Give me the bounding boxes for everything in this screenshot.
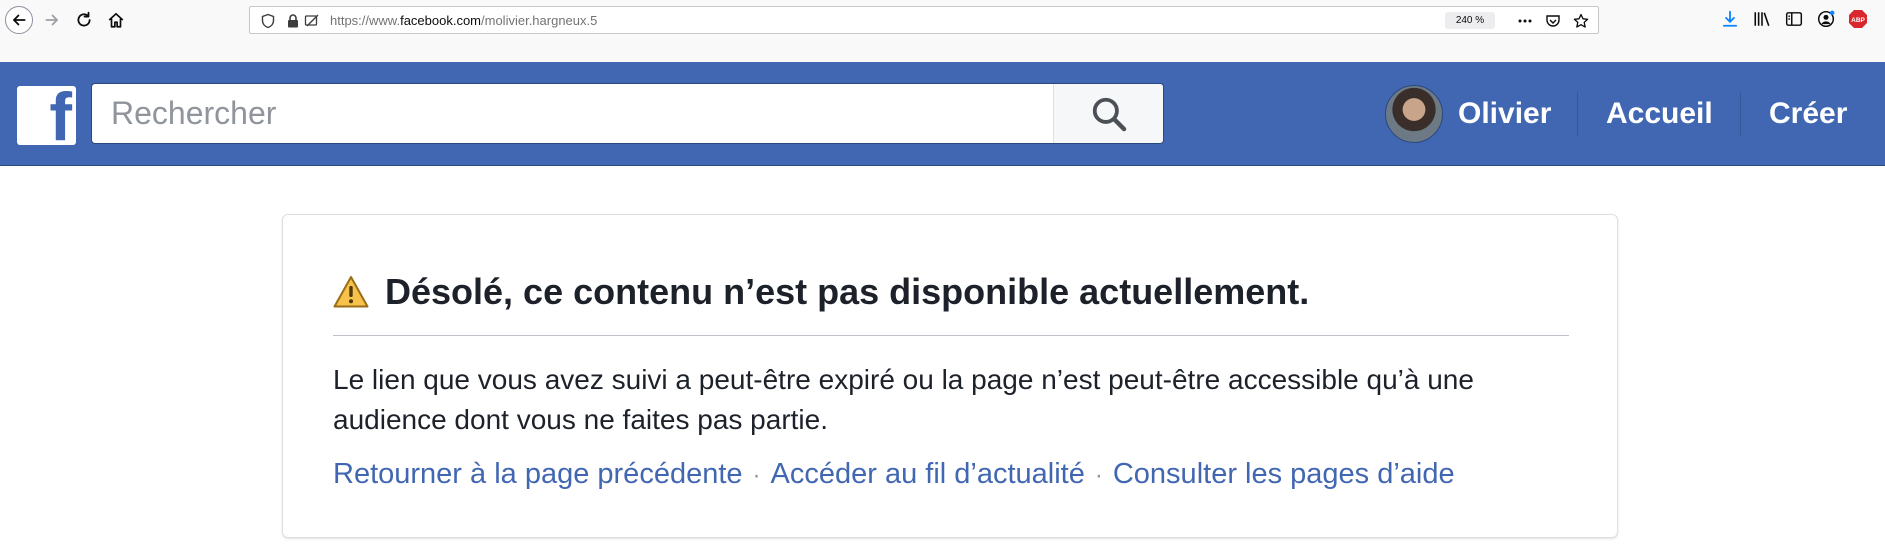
- news-feed-link[interactable]: Accéder au fil d’actualité: [771, 458, 1085, 490]
- card-header: Désolé, ce contenu n’est pas disponible …: [333, 271, 1309, 313]
- facebook-header: f Olivier Accueil Créer: [0, 62, 1885, 166]
- search-button[interactable]: [1053, 84, 1163, 143]
- link-separator: ·: [1094, 462, 1103, 489]
- search-input[interactable]: [92, 84, 1054, 143]
- go-back-link[interactable]: Retourner à la page précédente: [333, 458, 743, 490]
- content-unavailable-card: Désolé, ce contenu n’est pas disponible …: [282, 214, 1618, 538]
- url-path: /molivier.hargneux.5: [481, 13, 598, 28]
- avatar: [1385, 85, 1443, 143]
- permissions-icon[interactable]: [304, 13, 320, 29]
- nav-divider: [1577, 92, 1578, 136]
- forward-button[interactable]: [40, 8, 64, 32]
- library-icon[interactable]: [1752, 9, 1772, 29]
- url-prefix: https://www.: [330, 13, 401, 28]
- profile-link[interactable]: Olivier: [1385, 84, 1551, 144]
- help-pages-link[interactable]: Consulter les pages d’aide: [1113, 458, 1455, 490]
- search-box: [91, 83, 1164, 144]
- divider: [333, 335, 1569, 336]
- profile-name: Olivier: [1458, 97, 1552, 130]
- home-button[interactable]: [104, 8, 128, 32]
- adblock-badge-text: ABP: [1851, 17, 1865, 24]
- adblock-icon[interactable]: ABP: [1848, 9, 1868, 29]
- nav-create-label: Créer: [1769, 97, 1848, 130]
- browser-toolbar: https://www.facebook.com/molivier.hargne…: [0, 0, 1885, 62]
- search-icon: [1092, 97, 1126, 131]
- bookmark-star-icon[interactable]: [1572, 12, 1590, 30]
- account-icon[interactable]: [1816, 9, 1836, 29]
- url-text[interactable]: https://www.facebook.com/molivier.hargne…: [330, 13, 597, 28]
- error-message: Le lien que vous avez suivi a peut-être …: [333, 364, 1474, 435]
- reload-icon: [77, 11, 91, 27]
- reload-button[interactable]: [72, 8, 96, 32]
- lock-icon[interactable]: [285, 13, 301, 29]
- url-bar[interactable]: https://www.facebook.com/molivier.hargne…: [249, 6, 1599, 34]
- help-links: Retourner à la page précédente · Accéder a…: [333, 458, 1455, 491]
- arrow-right-icon: [45, 14, 58, 26]
- nav-create-link[interactable]: Créer: [1769, 84, 1847, 144]
- page-actions-icon[interactable]: [1516, 12, 1534, 30]
- warning-icon: [333, 275, 369, 309]
- arrow-left-icon: [13, 14, 26, 26]
- facebook-logo-letter: f: [49, 86, 72, 145]
- pocket-icon[interactable]: [1544, 12, 1562, 30]
- link-separator: ·: [752, 462, 761, 489]
- url-host: facebook.com: [400, 13, 482, 28]
- nav-home-label: Accueil: [1606, 97, 1713, 130]
- page-title: Désolé, ce contenu n’est pas disponible …: [385, 271, 1310, 312]
- download-icon[interactable]: [1720, 9, 1740, 29]
- nav-divider: [1740, 92, 1741, 136]
- shield-icon[interactable]: [260, 13, 276, 29]
- sidebar-icon[interactable]: [1784, 9, 1804, 29]
- facebook-logo[interactable]: f: [17, 86, 76, 145]
- nav-home-link[interactable]: Accueil: [1606, 84, 1713, 144]
- back-button[interactable]: [5, 6, 33, 34]
- zoom-level-badge[interactable]: 240 %: [1445, 12, 1495, 29]
- home-icon: [108, 12, 124, 28]
